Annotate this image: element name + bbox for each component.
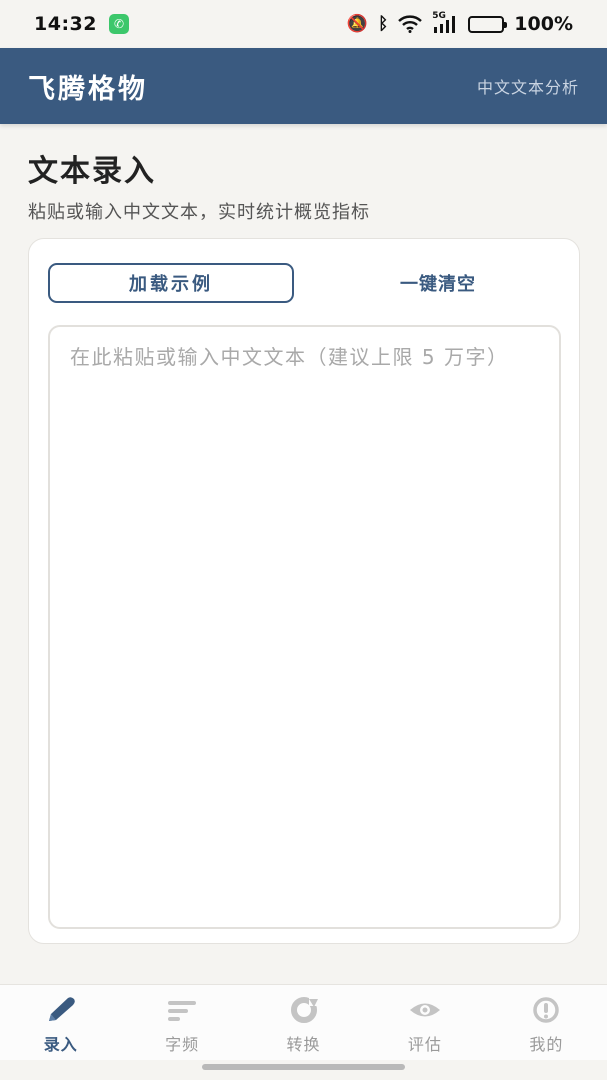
bluetooth-icon: ᛒ [378,14,389,34]
tab-input[interactable]: 录入 [0,985,121,1060]
tab-frequency-label: 字频 [165,1035,200,1054]
home-indicator[interactable] [202,1064,405,1070]
tab-mine[interactable]: 我的 [486,985,607,1060]
status-bar: 14:32 ✆ 🔕 ᛒ 5G 100% [0,0,607,48]
load-sample-button[interactable]: 加载示例 [48,263,294,303]
bars-icon [168,1001,197,1021]
tab-input-label: 录入 [43,1035,78,1054]
app-subtitle: 中文文本分析 [476,78,579,97]
cellular-signal-icon: 5G [432,11,458,33]
pen-icon [48,997,75,1021]
tab-mine-label: 我的 [529,1035,564,1054]
mute-icon: 🔕 [346,14,369,34]
battery-level: 100% [514,13,573,35]
text-input-card: 加载示例 一键清空 [28,238,580,944]
tab-evaluate[interactable]: 评估 [364,985,485,1060]
app-title: 飞腾格物 [28,73,148,105]
network-type: 5G [432,11,446,21]
refresh-icon [290,997,319,1023]
phone-call-icon: ✆ [108,14,129,34]
section-description: 粘贴或输入中文文本，实时统计概览指标 [28,202,370,223]
tab-frequency[interactable]: 字频 [121,985,242,1060]
tab-convert-label: 转换 [286,1035,321,1054]
tab-convert[interactable]: 转换 [243,985,364,1060]
app-bar: 飞腾格物 中文文本分析 [0,48,607,124]
info-icon [533,997,560,1023]
status-icons: 🔕 ᛒ 5G 100% [346,11,573,35]
tab-evaluate-label: 评估 [407,1035,442,1054]
battery-icon [468,15,508,33]
bottom-tab-bar: 录入 字频 转换 评估 我的 [0,984,607,1060]
status-time: 14:32 [34,13,97,35]
section-title: 文本录入 [28,154,156,189]
text-input[interactable] [48,325,561,929]
clear-button[interactable]: 一键清空 [315,263,561,303]
wifi-icon [398,15,423,33]
eye-icon [409,1003,440,1017]
